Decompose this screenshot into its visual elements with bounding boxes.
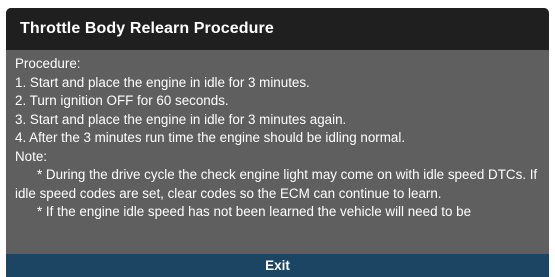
exit-button-label: Exit — [265, 258, 290, 273]
note-item: * If the engine idle speed has not been … — [15, 203, 541, 222]
procedure-step: 1. Start and place the engine in idle fo… — [15, 74, 310, 90]
note-item: * During the drive cycle the check engin… — [15, 166, 541, 203]
note-heading: Note: — [15, 148, 48, 164]
dialog-title: Throttle Body Relearn Procedure — [20, 20, 274, 37]
procedure-step: 2. Turn ignition OFF for 60 seconds. — [15, 93, 229, 108]
procedure-step: 4. After the 3 minutes run time the engi… — [15, 130, 406, 145]
note-text: * If the engine idle speed has not been … — [37, 204, 472, 219]
note-text: * During the drive cycle the check engin… — [15, 167, 538, 201]
dialog-body[interactable]: Procedure: 1. Start and place the engine… — [6, 50, 549, 254]
dialog-title-bar: Throttle Body Relearn Procedure — [6, 8, 549, 50]
procedure-heading: Procedure: — [15, 56, 81, 71]
procedure-step: 3. Start and place the engine in idle fo… — [15, 111, 347, 127]
relearn-dialog: Throttle Body Relearn Procedure Procedur… — [6, 8, 549, 277]
exit-button[interactable]: Exit — [6, 254, 549, 277]
